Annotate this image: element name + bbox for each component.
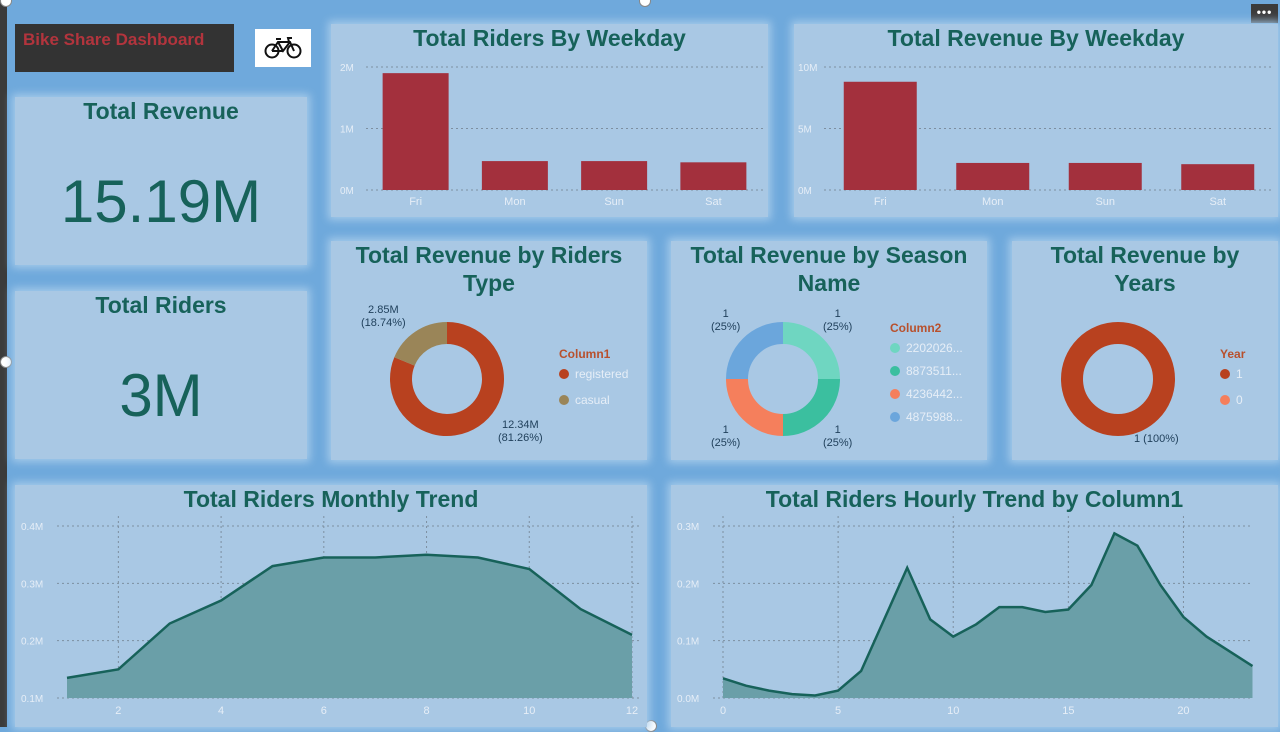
data-label-registered: 12.34M (81.26%): [498, 419, 543, 444]
legend-item-year-0[interactable]: 0: [1220, 393, 1245, 407]
legend-item-registered[interactable]: registered: [559, 367, 628, 381]
total-revenue-value: 15.19M: [60, 168, 262, 235]
donut-slice: [782, 322, 840, 380]
x-tick-label: Sat: [705, 196, 722, 208]
y-tick-label: 1M: [340, 125, 354, 136]
data-label-season-4: 1 (25%): [823, 424, 853, 449]
riders-monthly-trend-card[interactable]: Total Riders Monthly Trend 0.1M 0.2M 0.3M 0…: [15, 485, 647, 727]
dashboard-title: Bike Share Dashboard: [15, 24, 234, 72]
data-label-season-2: 1 (25%): [823, 308, 853, 333]
y-tick-label: 5M: [798, 125, 812, 136]
y-tick-label: 0.3M: [677, 522, 699, 533]
total-revenue-label: Total Revenue: [83, 98, 239, 124]
x-tick-label: 15: [1062, 705, 1074, 717]
y-tick-label: 0.1M: [677, 637, 699, 648]
total-riders-label: Total Riders: [95, 292, 227, 318]
x-tick-label: Fri: [409, 196, 422, 208]
legend-item[interactable]: 8873511...: [890, 364, 963, 378]
y-tick-label: 2M: [340, 63, 354, 74]
x-tick-label: 0: [720, 705, 726, 717]
total-riders-card: Total Riders 3M: [15, 291, 307, 459]
donut-slice: [394, 322, 448, 367]
x-tick-label: 5: [835, 705, 841, 717]
y-tick-label: 0.2M: [21, 637, 43, 648]
x-tick-label: Fri: [874, 196, 887, 208]
data-label-casual: 2.85M (18.74%): [361, 304, 406, 329]
legend-item-casual[interactable]: casual: [559, 393, 628, 407]
hourly-trend-chart[interactable]: 0.0M 0.1M 0.2M 0.3M 0 5 10 15 20: [671, 485, 1278, 727]
legend-item[interactable]: 4875988...: [890, 410, 963, 424]
resize-handle-top-left[interactable]: [0, 0, 12, 7]
x-tick-label: 4: [218, 705, 224, 717]
bar: [1068, 162, 1142, 190]
bar: [843, 81, 917, 190]
revenue-by-riders-type-card[interactable]: Total Revenue by Riders Type 2.85M (18.74…: [331, 241, 647, 460]
revenue-by-weekday-card[interactable]: Total Revenue By Weekday 0M 5M 10M Fri Mon Su…: [794, 24, 1278, 217]
x-tick-label: 10: [947, 705, 959, 717]
data-label-season-3: 1 (25%): [711, 424, 741, 449]
y-tick-label: 0.4M: [21, 522, 43, 533]
x-tick-label: Sun: [1095, 196, 1115, 208]
data-label-year: 1 (100%): [1134, 433, 1179, 445]
y-tick-label: 10M: [798, 63, 817, 74]
total-riders-value: 3M: [119, 362, 203, 429]
revenue-by-season-card[interactable]: Total Revenue by Season Name 1 (25%) 1 (25…: [671, 241, 987, 460]
resize-handle-left[interactable]: [0, 356, 12, 368]
donut-slice: [726, 378, 784, 436]
more-options-icon[interactable]: •••: [1251, 4, 1278, 23]
y-tick-label: 0.3M: [21, 579, 43, 590]
legend: Column2 2202026... 8873511... 4236442...…: [890, 321, 963, 433]
y-tick-label: 0.2M: [677, 579, 699, 590]
riders-by-weekday-chart[interactable]: 0M 1M 2M Fri Mon Sun Sat: [331, 24, 768, 217]
revenue-by-years-card[interactable]: Total Revenue by Years 1 (100%) Year 1 0: [1012, 241, 1278, 460]
x-tick-label: 2: [115, 705, 121, 717]
bar: [382, 73, 449, 190]
x-tick-label: Mon: [504, 196, 525, 208]
x-tick-label: Sat: [1209, 196, 1226, 208]
legend-item[interactable]: 4236442...: [890, 387, 963, 401]
revenue-by-weekday-chart[interactable]: 0M 5M 10M Fri Mon Sun Sat: [794, 24, 1278, 217]
legend: Year 1 0: [1220, 347, 1245, 419]
legend-title: Year: [1220, 347, 1246, 361]
bar: [481, 161, 548, 190]
x-tick-label: 8: [423, 705, 429, 717]
x-tick-label: Mon: [982, 196, 1003, 208]
bar: [956, 162, 1030, 190]
bar: [581, 161, 648, 190]
x-tick-label: 10: [523, 705, 535, 717]
total-revenue-card: Total Revenue 15.19M: [15, 97, 307, 265]
legend-title: Column1: [559, 347, 611, 361]
area-fill: [67, 554, 632, 698]
bicycle-icon: [255, 29, 311, 67]
legend-title: Column2: [890, 321, 942, 335]
donut-slice: [1061, 322, 1175, 436]
riders-by-weekday-card[interactable]: Total Riders By Weekday 0M 1M 2M Fri Mon Sun S…: [331, 24, 768, 217]
donut-slice: [726, 322, 784, 380]
y-tick-label: 0M: [340, 186, 354, 197]
x-tick-label: Sun: [604, 196, 624, 208]
resize-handle-top[interactable]: [639, 0, 651, 7]
y-tick-label: 0.0M: [677, 694, 699, 705]
legend: Column1 registered casual: [559, 347, 628, 419]
x-tick-label: 12: [626, 705, 638, 717]
bar: [680, 162, 747, 190]
y-tick-label: 0M: [798, 186, 812, 197]
legend-item[interactable]: 2202026...: [890, 341, 963, 355]
x-tick-label: 20: [1177, 705, 1189, 717]
riders-hourly-trend-card[interactable]: Total Riders Hourly Trend by Column1 0.0…: [671, 485, 1278, 727]
x-tick-label: 6: [321, 705, 327, 717]
bar: [1181, 164, 1255, 190]
donut-slice: [782, 378, 840, 436]
data-label-season-1: 1 (25%): [711, 308, 741, 333]
legend-item-year-1[interactable]: 1: [1220, 367, 1245, 381]
y-tick-label: 0.1M: [21, 694, 43, 705]
monthly-trend-chart[interactable]: 0.1M 0.2M 0.3M 0.4M 2 4 6 8 10 12: [15, 485, 647, 727]
